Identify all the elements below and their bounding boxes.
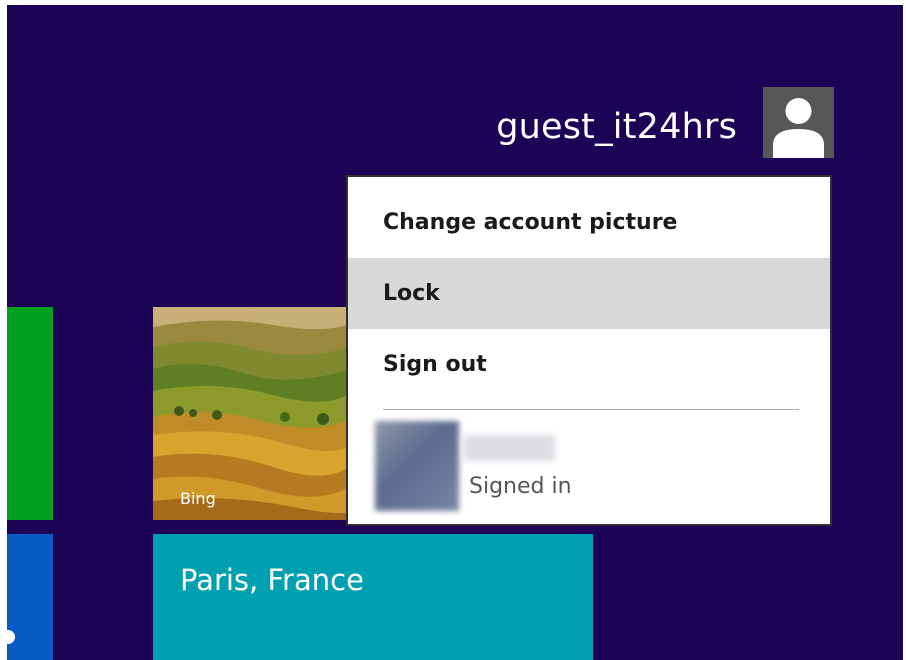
tile-badge-icon [7,630,15,644]
other-user-avatar [375,421,459,511]
weather-tile-label: Paris, France [180,563,364,597]
change-account-picture-item[interactable]: Change account picture [348,187,830,258]
menu-divider [383,409,799,410]
app-tile-blue[interactable] [7,534,53,660]
user-name[interactable]: guest_it24hrs [496,105,737,149]
user-avatar[interactable] [763,87,834,158]
app-tile-green[interactable] [7,307,53,520]
bing-tile-label: Bing [180,489,216,508]
weather-tile[interactable]: Paris, France [153,534,593,660]
sign-out-item[interactable]: Sign out [348,329,830,400]
start-screen: guest_it24hrs Bing Paris, France Change … [7,5,903,660]
account-menu: Change account picture Lock Sign out Sig… [346,175,832,526]
lock-item[interactable]: Lock [348,258,830,329]
other-user-name-redacted [463,435,555,461]
other-user-entry[interactable]: Signed in [375,421,815,513]
other-user-status: Signed in [469,474,572,499]
user-silhouette-icon [763,87,834,158]
